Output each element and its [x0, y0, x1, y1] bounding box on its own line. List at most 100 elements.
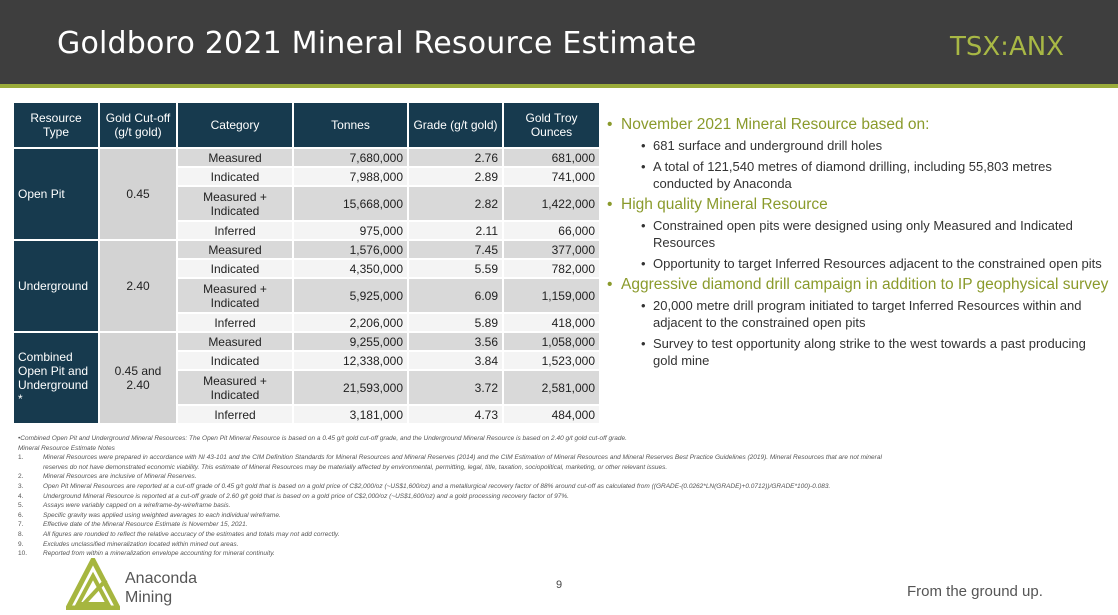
cutoff-cell: 2.40: [98, 239, 178, 333]
tonnes-cell: 1,576,000: [292, 239, 409, 260]
grade-cell: 3.72: [407, 369, 504, 406]
footnotes: •Combined Open Pit and Underground Miner…: [18, 434, 1098, 559]
footnote-text: Specific gravity was applied using weigh…: [43, 511, 281, 519]
footnote-item: 9. Excludes unclassified mineralization l…: [18, 540, 1098, 550]
ounces-cell: 484,000: [502, 404, 601, 425]
logo-line-2: Mining: [125, 589, 173, 606]
grade-cell: 2.11: [407, 220, 504, 241]
header-tonnes: Tonnes: [292, 101, 409, 149]
category-cell: Measured + Indicated: [176, 277, 294, 314]
category-cell: Indicated: [176, 166, 294, 187]
tonnes-cell: 4,350,000: [292, 258, 409, 279]
ounces-cell: 2,581,000: [502, 369, 601, 406]
tonnes-cell: 21,593,000: [292, 369, 409, 406]
footnote-number: 1.: [18, 454, 24, 462]
footnote-number: 4.: [18, 492, 24, 500]
header-category: Category: [176, 101, 294, 149]
cutoff-cell: 0.45 and 2.40: [98, 331, 178, 425]
footnote-item: 5. Assays were variably capped on a wiref…: [18, 501, 1098, 511]
ounces-cell: 418,000: [502, 312, 601, 333]
tagline: From the ground up.: [907, 583, 1043, 600]
category-cell: Indicated: [176, 350, 294, 371]
footnote-number: 5.: [18, 502, 24, 510]
tonnes-cell: 2,206,000: [292, 312, 409, 333]
footnote-text: reserves do not have demonstrated econom…: [43, 463, 668, 471]
grade-cell: 3.56: [407, 331, 504, 352]
ounces-cell: 1,523,000: [502, 350, 601, 371]
logo-line-1: Anaconda: [125, 570, 198, 587]
footnote-text: All figures are rounded to reflect the r…: [43, 530, 340, 538]
footnote-number: 2.: [18, 473, 24, 481]
ticker-symbol: TSX:ANX: [949, 32, 1064, 62]
ounces-cell: 377,000: [502, 239, 601, 260]
ounces-cell: 1,058,000: [502, 331, 601, 352]
table-row: Open Pit 0.45 Measured 7,680,000 2.76 68…: [12, 147, 601, 241]
footnote-item: reserves do not have demonstrated econom…: [18, 463, 1098, 473]
cutoff-cell: 0.45: [98, 147, 178, 241]
footnote-number: 6.: [18, 511, 24, 519]
category-cell: Measured + Indicated: [176, 369, 294, 406]
grade-cell: 7.45: [407, 239, 504, 260]
tonnes-cell: 5,925,000: [292, 277, 409, 314]
footnote-number: 10.: [18, 550, 28, 558]
tonnes-cell: 9,255,000: [292, 331, 409, 352]
category-cell: Indicated: [176, 258, 294, 279]
company-logo-text: Anaconda Mining: [125, 569, 197, 607]
slide-header: Goldboro 2021 Mineral Resource Estimate …: [0, 0, 1118, 88]
footnote-number: 7.: [18, 521, 24, 529]
footnote-item: 8. All figures are rounded to reflect the…: [18, 530, 1098, 540]
ounces-cell: 66,000: [502, 220, 601, 241]
footnote-text: Excludes unclassified mineralization loc…: [43, 540, 239, 548]
ounces-cell: 782,000: [502, 258, 601, 279]
footnote-item: 2. Mineral Resources are inclusive of Min…: [18, 472, 1098, 482]
resource-type-cell: Underground: [12, 239, 100, 333]
footnote-text: Underground Mineral Resource is reported…: [43, 492, 569, 500]
bullet-heading: High quality Mineral Resource: [607, 196, 1112, 213]
ounces-cell: 1,159,000: [502, 277, 601, 314]
grade-cell: 5.59: [407, 258, 504, 279]
category-cell: Inferred: [176, 312, 294, 333]
bullet-item: A total of 121,540 metres of diamond dri…: [607, 158, 1112, 192]
ounces-cell: 681,000: [502, 147, 601, 168]
key-points: November 2021 Mineral Resource based on:…: [607, 114, 1112, 373]
resource-table: Resource Type Gold Cut-off (g/t gold) Ca…: [12, 101, 601, 425]
category-cell: Inferred: [176, 404, 294, 425]
bullet-item: 20,000 metre drill program initiated to …: [607, 297, 1112, 331]
header-ounces: Gold Troy Ounces: [502, 101, 601, 149]
anaconda-triangle-logo-icon: [66, 558, 120, 610]
resource-table-container: Resource Type Gold Cut-off (g/t gold) Ca…: [12, 101, 601, 431]
grade-cell: 6.09: [407, 277, 504, 314]
grade-cell: 2.76: [407, 147, 504, 168]
header-resource-type: Resource Type: [12, 101, 100, 149]
bullet-item: Constrained open pits were designed usin…: [607, 217, 1112, 251]
ounces-cell: 741,000: [502, 166, 601, 187]
page-number: 9: [556, 579, 563, 591]
footnote-text: Mineral Resources are inclusive of Miner…: [43, 473, 197, 481]
resource-type-cell: Open Pit: [12, 147, 100, 241]
footnote-text: Reported from within a mineralization en…: [43, 550, 275, 558]
table-row: Underground 2.40 Measured 1,576,000 7.45…: [12, 239, 601, 333]
slide-title: Goldboro 2021 Mineral Resource Estimate: [57, 26, 697, 61]
tonnes-cell: 12,338,000: [292, 350, 409, 371]
footnote-text: Mineral Resources were prepared in accor…: [43, 454, 882, 462]
tonnes-cell: 7,988,000: [292, 166, 409, 187]
header-cutoff: Gold Cut-off (g/t gold): [98, 101, 178, 149]
table-row: Combined Open Pit and Underground * 0.45…: [12, 331, 601, 425]
category-cell: Measured: [176, 147, 294, 168]
bullet-heading: November 2021 Mineral Resource based on:: [607, 116, 1112, 133]
footnote-text: Assays were variably capped on a wirefra…: [43, 502, 231, 510]
grade-cell: 2.89: [407, 166, 504, 187]
grade-cell: 4.73: [407, 404, 504, 425]
tonnes-cell: 3,181,000: [292, 404, 409, 425]
ounces-cell: 1,422,000: [502, 185, 601, 222]
notes-heading: Mineral Resource Estimate Notes: [18, 444, 115, 452]
category-cell: Measured + Indicated: [176, 185, 294, 222]
bullet-item: Survey to test opportunity along strike …: [607, 335, 1112, 369]
footnote-item: 4. Underground Mineral Resource is report…: [18, 492, 1098, 502]
footnote-number: 9.: [18, 540, 24, 548]
bullet-heading: Aggressive diamond drill campaign in add…: [607, 276, 1112, 293]
category-cell: Measured: [176, 239, 294, 260]
footnote-text: Open Pit Mineral Resources are reported …: [43, 482, 831, 490]
grade-cell: 2.82: [407, 185, 504, 222]
footnote-number: 3.: [18, 482, 24, 490]
